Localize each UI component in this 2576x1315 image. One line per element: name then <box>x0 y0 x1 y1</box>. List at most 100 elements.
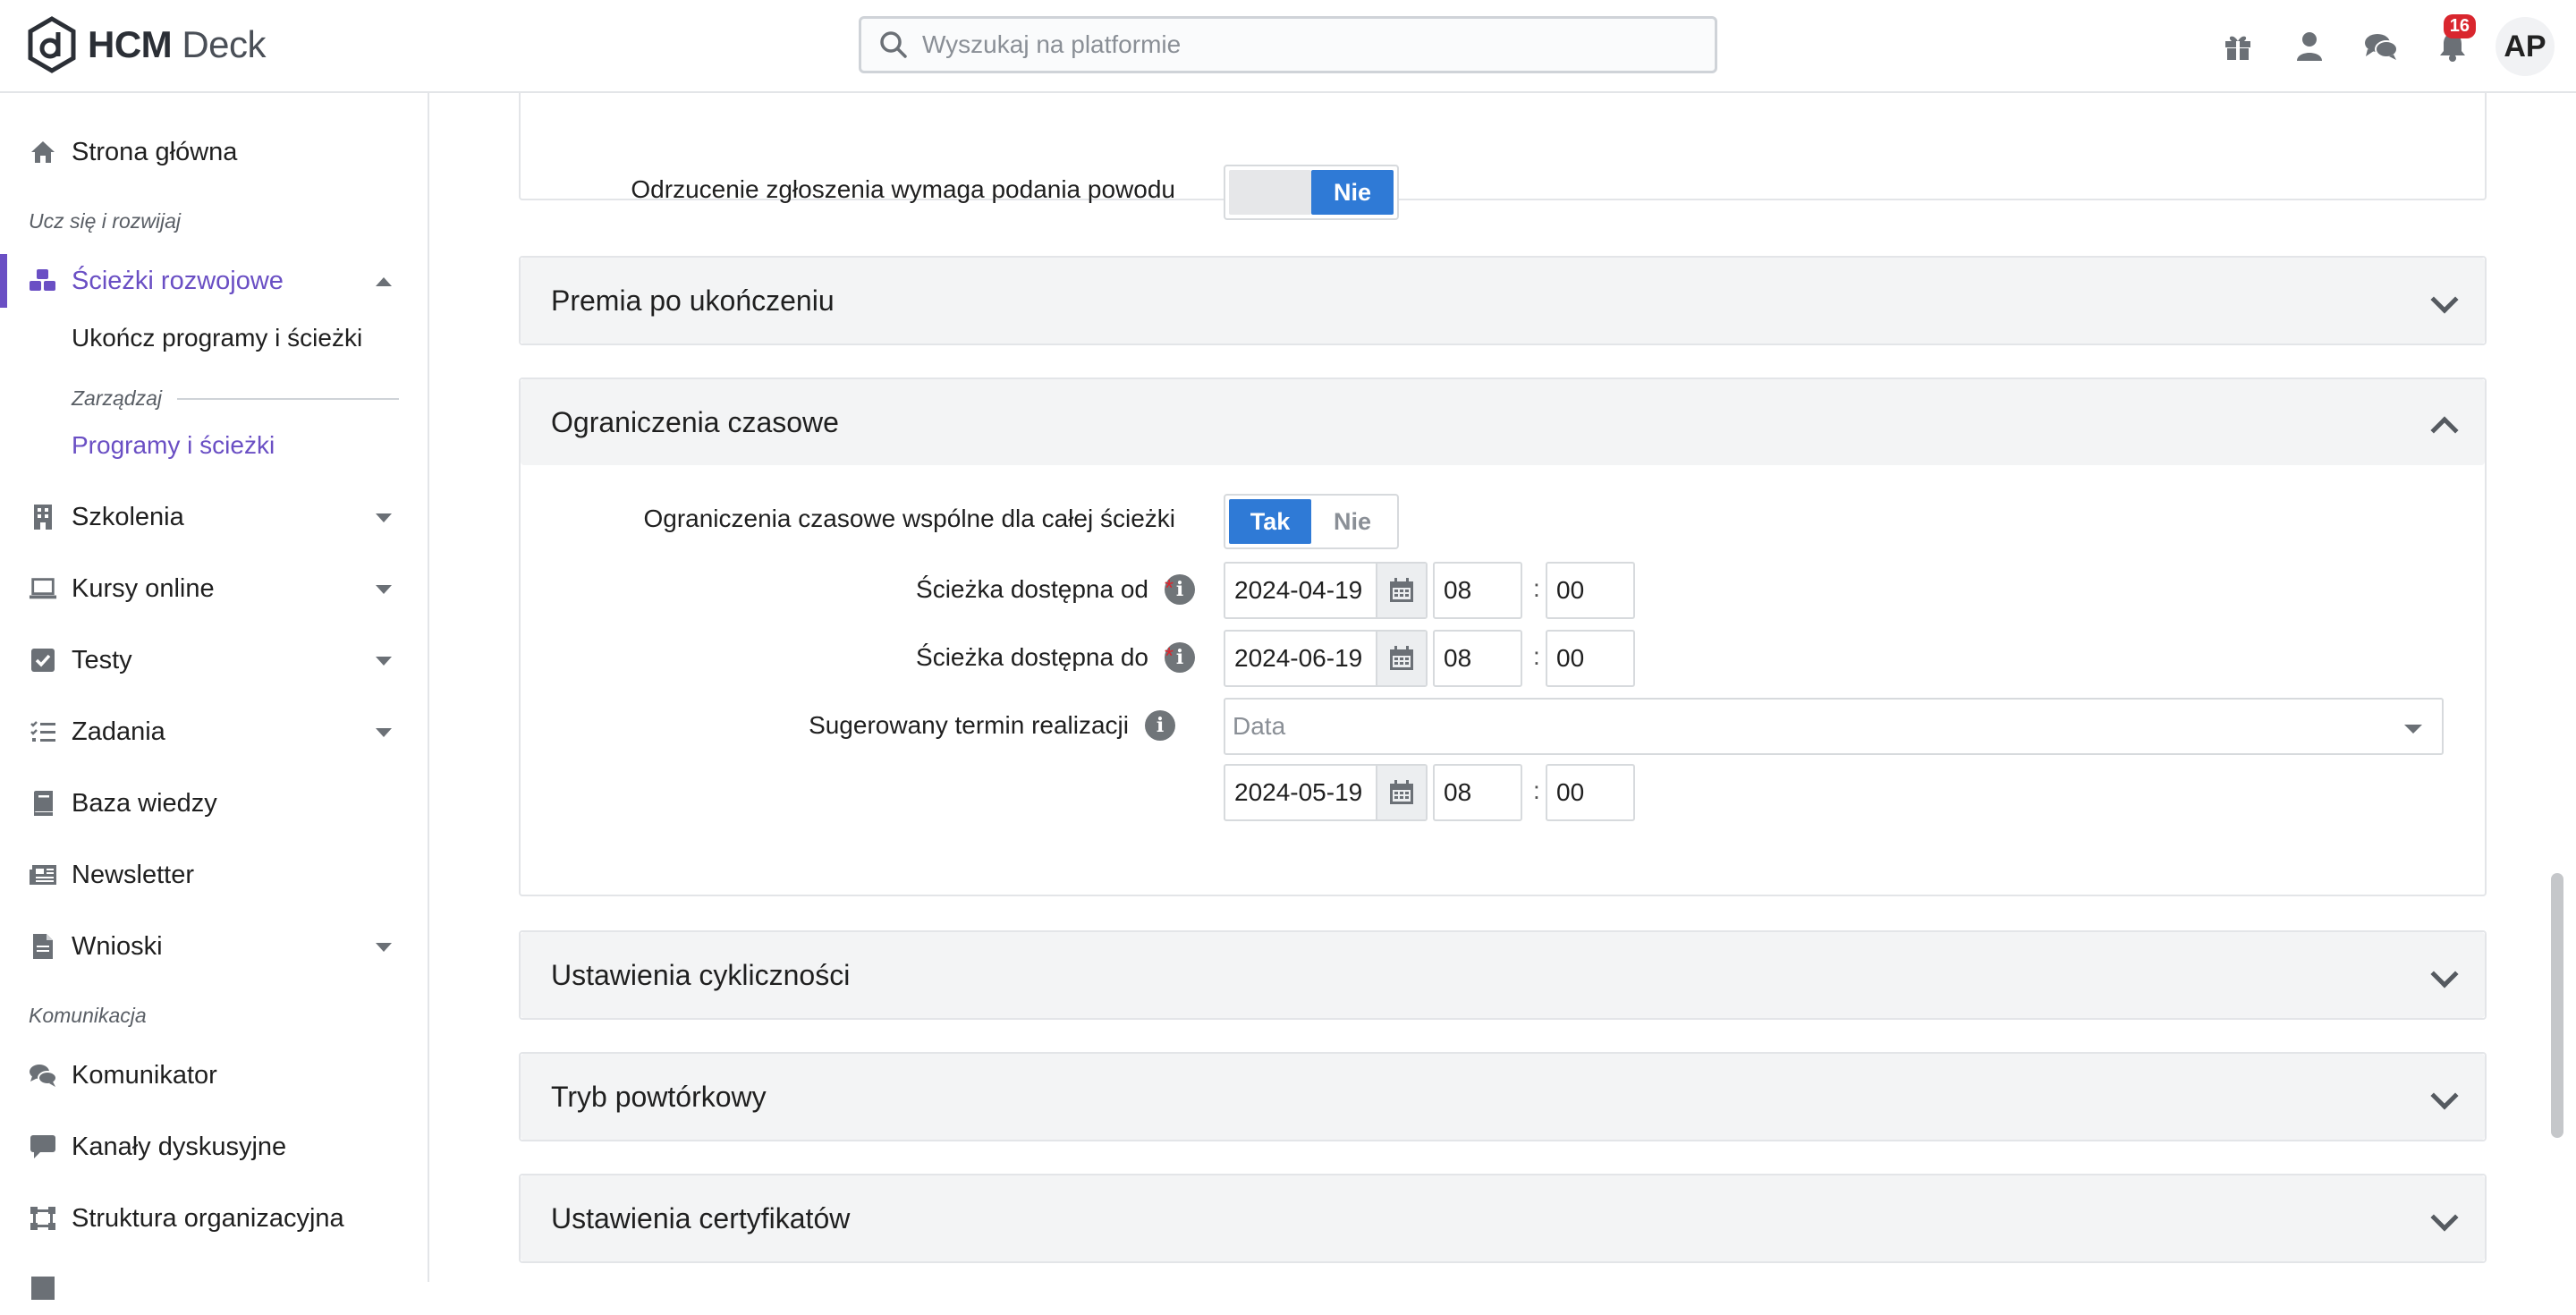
book-icon <box>29 789 57 818</box>
shared-limits-toggle[interactable]: Tak Nie <box>1224 494 1399 549</box>
suggested-type-select[interactable]: Data <box>1224 698 2444 755</box>
sidebar-item-partial[interactable] <box>0 1261 428 1315</box>
sidebar-subitem-complete[interactable]: Ukończ programy i ścieżki <box>72 324 362 352</box>
suggested-hour[interactable]: 08 <box>1433 764 1522 821</box>
time-separator: : <box>1533 574 1540 602</box>
sidebar-subitem-programs[interactable]: Programy i ścieżki <box>72 431 275 460</box>
section-label-learn: Ucz się i rozwijaj <box>29 209 181 233</box>
sidebar-item-label: Kanały dyskusyjne <box>72 1132 287 1161</box>
date-value: 2024-06-19 <box>1234 644 1363 672</box>
sidebar-item-knowledge[interactable]: Baza wiedzy <box>0 776 428 830</box>
toggle-no-segment[interactable]: Nie <box>1311 499 1394 544</box>
home-icon <box>29 138 57 166</box>
panel-certificates: Ustawienia certyfikatów <box>519 1174 2487 1263</box>
toggle-yes-segment[interactable] <box>1229 170 1311 215</box>
sidebar-item-newsletter[interactable]: Newsletter <box>0 848 428 902</box>
available-to-hour[interactable]: 08 <box>1433 630 1522 687</box>
caret-down-icon <box>2404 725 2422 734</box>
rejection-reason-toggle[interactable]: Nie <box>1224 165 1399 220</box>
calendar-icon[interactable] <box>1376 766 1426 819</box>
available-from-date[interactable]: 2024-04-19 <box>1224 562 1428 619</box>
sidebar-item-tasks[interactable]: Zadania <box>0 705 428 759</box>
available-to-minute[interactable]: 00 <box>1546 630 1635 687</box>
file-icon <box>29 932 57 961</box>
gift-button[interactable] <box>2202 0 2274 93</box>
laptop-icon <box>29 574 57 603</box>
calendar-icon[interactable] <box>1376 564 1426 617</box>
time-separator: : <box>1533 776 1540 804</box>
sidebar-item-tests[interactable]: Testy <box>0 633 428 687</box>
section-label-communication: Komunikacja <box>29 1004 147 1027</box>
toggle-no-segment[interactable]: Nie <box>1311 170 1394 215</box>
sidebar-item-label: Kursy online <box>72 573 215 603</box>
sidebar-item-requests[interactable]: Wnioski <box>0 920 428 973</box>
task-list-icon <box>29 717 57 746</box>
sidebar-item-org-structure[interactable]: Struktura organizacyjna <box>0 1192 428 1245</box>
gift-icon <box>2225 36 2250 60</box>
logo-text-bold: HCM <box>88 23 173 65</box>
comment-icon <box>29 1133 57 1161</box>
available-from-row-label: Ścieżka dostępna od i <box>569 574 1195 605</box>
required-mark: * <box>1165 574 1174 601</box>
sidebar-item-channels[interactable]: Kanały dyskusyjne <box>0 1120 428 1174</box>
caret-down-icon <box>376 585 392 594</box>
panel-certificates-header[interactable]: Ustawienia certyfikatów <box>521 1175 2485 1261</box>
available-from-label: Ścieżka dostępna od <box>916 575 1148 603</box>
sidebar-item-courses[interactable]: Kursy online <box>0 562 428 615</box>
panel-bonus: Premia po ukończeniu <box>519 256 2487 345</box>
panel-bonus-header[interactable]: Premia po ukończeniu <box>521 258 2485 344</box>
logo[interactable]: HCM Deck <box>27 13 267 77</box>
sidebar-item-trainings[interactable]: Szkolenia <box>0 490 428 544</box>
newspaper-icon <box>29 861 57 889</box>
search-box[interactable] <box>859 16 1717 73</box>
sidebar-item-label: Ścieżki rozwojowe <box>72 266 284 295</box>
sidebar-item-label: Newsletter <box>72 860 194 889</box>
logo-text-light: Deck <box>182 23 267 65</box>
panel-time-limits: Ograniczenia czasowe Ograniczenia czasow… <box>519 378 2487 896</box>
panel-title: Premia po ukończeniu <box>551 284 835 317</box>
sitemap-icon <box>29 1204 57 1233</box>
available-to-date[interactable]: 2024-06-19 <box>1224 630 1428 687</box>
caret-down-icon <box>376 513 392 522</box>
suggested-date[interactable]: 2024-05-19 <box>1224 764 1428 821</box>
shared-limits-label: Ograniczenia czasowe wspólne dla całej ś… <box>643 505 1175 532</box>
sidebar-item-paths[interactable]: Ścieżki rozwojowe <box>0 254 428 308</box>
info-icon[interactable]: i <box>1145 710 1175 741</box>
panel-repeat-mode-header[interactable]: Tryb powtórkowy <box>521 1054 2485 1140</box>
suggested-label: Sugerowany termin realizacji <box>809 711 1129 739</box>
available-from-hour[interactable]: 08 <box>1433 562 1522 619</box>
avatar[interactable]: AP <box>2496 17 2555 76</box>
suggested-minute[interactable]: 00 <box>1546 764 1635 821</box>
sidebar: Strona główna Ucz się i rozwijaj Ścieżki… <box>0 93 429 1300</box>
cubes-icon <box>29 267 57 295</box>
panel-repeat-mode: Tryb powtórkowy <box>519 1052 2487 1141</box>
sidebar-item-messenger[interactable]: Komunikator <box>0 1048 428 1102</box>
sidebar-item-label: Baza wiedzy <box>72 788 217 818</box>
available-from-minute[interactable]: 00 <box>1546 562 1635 619</box>
caret-up-icon <box>376 277 392 286</box>
sidebar-item-label: Komunikator <box>72 1060 217 1090</box>
profile-button[interactable] <box>2274 0 2345 93</box>
select-value: Data <box>1233 712 1286 740</box>
search-input[interactable] <box>922 30 1691 59</box>
sidebar-item-label: Wnioski <box>72 931 163 961</box>
panel-title: Ograniczenia czasowe <box>551 405 839 438</box>
scrollbar-thumb[interactable] <box>2551 873 2563 1138</box>
sidebar-item-label: Zadania <box>72 717 165 746</box>
messages-button[interactable] <box>2345 0 2417 93</box>
panel-time-limits-header[interactable]: Ograniczenia czasowe <box>521 379 2485 465</box>
panel-title: Tryb powtórkowy <box>551 1080 767 1113</box>
date-value: 2024-05-19 <box>1234 778 1363 806</box>
available-to-label: Ścieżka dostępna do <box>916 643 1148 671</box>
toggle-yes-segment[interactable]: Tak <box>1229 499 1311 544</box>
sidebar-item-label: Struktura organizacyjna <box>72 1203 344 1233</box>
sidebar-sublabel-manage: Zarządzaj <box>72 386 162 410</box>
calendar-icon[interactable] <box>1376 632 1426 685</box>
notifications-button[interactable]: 16 <box>2417 0 2488 93</box>
date-value: 2024-04-19 <box>1234 576 1363 604</box>
top-bar: HCM Deck Wyszukaj na platformie 16 AP <box>0 0 2576 93</box>
chevron-down-icon <box>2430 1082 2459 1110</box>
panel-cyclic-header[interactable]: Ustawienia cykliczności <box>521 932 2485 1018</box>
sidebar-item-home[interactable]: Strona główna <box>0 125 428 179</box>
suggested-row-label: Sugerowany termin realizacji i <box>549 710 1175 741</box>
